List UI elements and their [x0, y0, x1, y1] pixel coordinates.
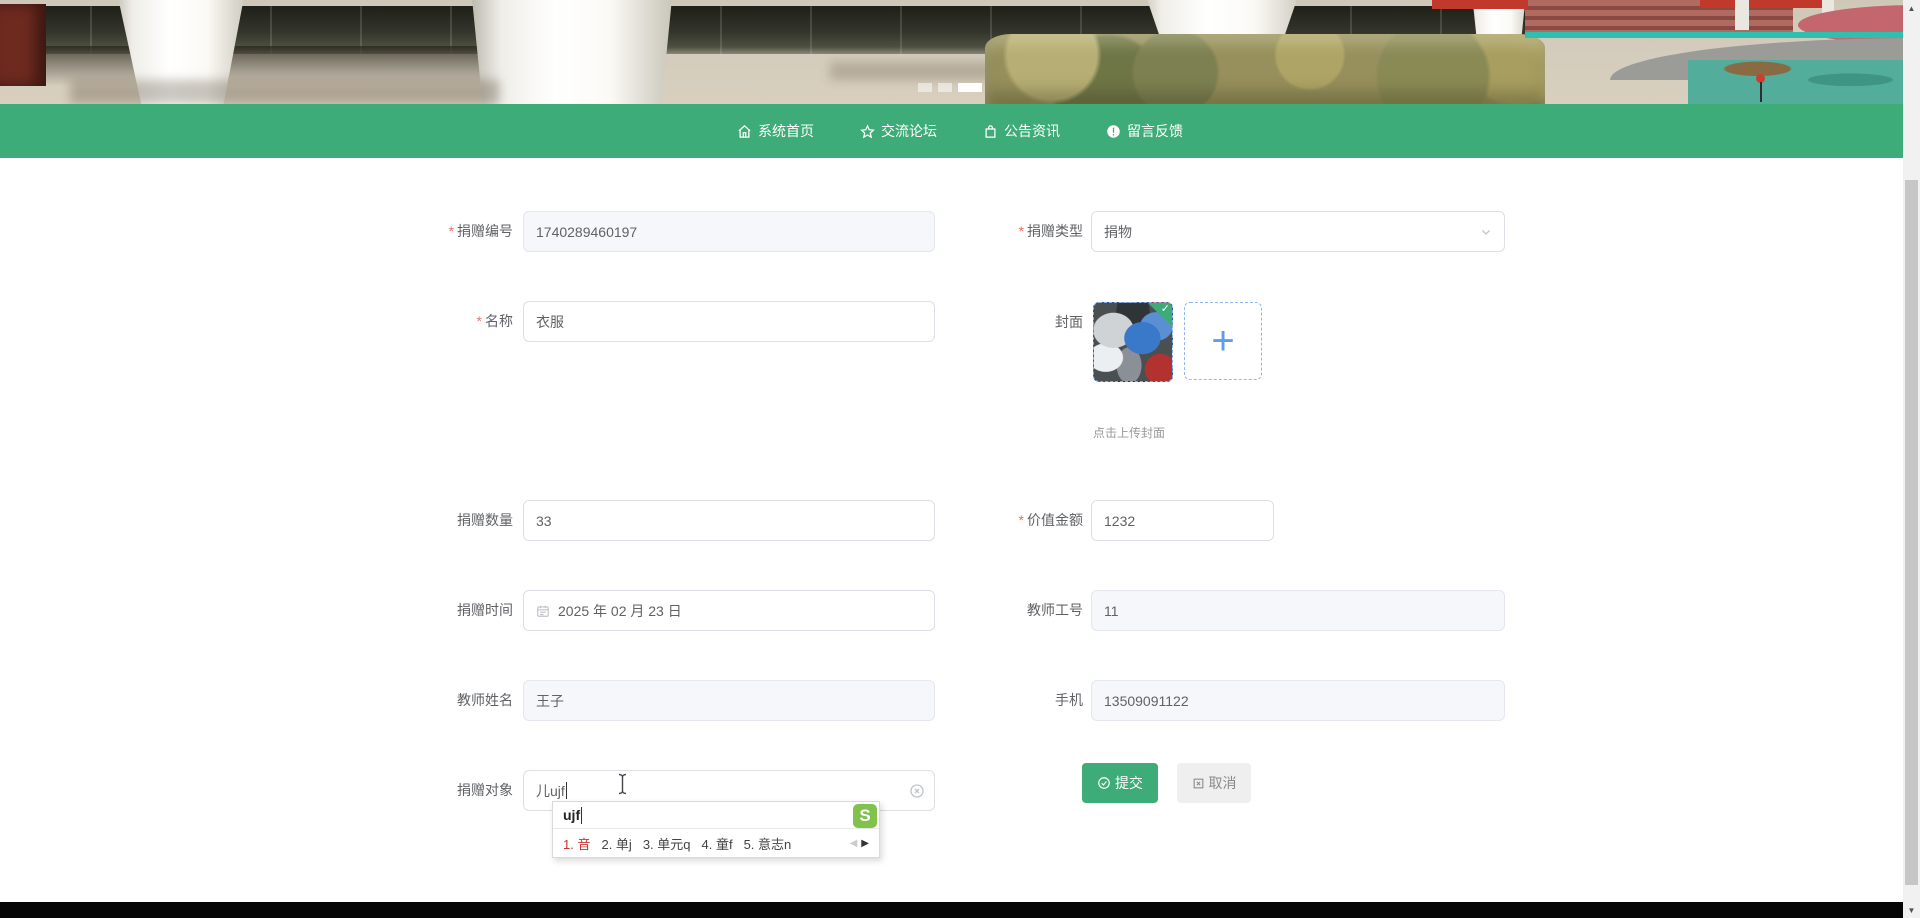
scrollbar-thumb[interactable]	[1905, 180, 1918, 885]
ime-pager: ◀ ▶	[850, 838, 869, 849]
item-name-input[interactable]	[523, 301, 935, 342]
submit-button[interactable]: 提交	[1082, 763, 1158, 803]
nav-item-feedback[interactable]: 留言反馈	[1106, 121, 1183, 141]
quantity-label: 捐赠数量	[457, 512, 513, 528]
scroll-up-arrow[interactable]: ▲	[1903, 0, 1920, 16]
square-close-icon	[1193, 778, 1203, 788]
teacher-name-label: 教师姓名	[457, 692, 513, 708]
teacher-name-input[interactable]	[523, 680, 935, 721]
nav-item-news[interactable]: 公告资讯	[983, 121, 1060, 141]
circle-check-icon	[1098, 777, 1110, 789]
ime-candidate-1[interactable]: 1. 音	[563, 834, 590, 853]
ime-composition: ujf	[553, 802, 879, 829]
amount-input[interactable]	[1091, 500, 1274, 541]
ime-candidate-row: 1. 音 2. 单j 3. 单元q 4. 童f 5. 意志n ◀ ▶	[553, 829, 879, 857]
page: 系统首页 交流论坛 公告资讯 留言反馈 *捐赠编号 *捐赠类型 捐物 *名称 封…	[0, 0, 1920, 918]
required-asterisk: *	[1018, 223, 1024, 239]
donation-type-select[interactable]: 捐物	[1091, 211, 1505, 252]
chevron-down-icon	[1482, 230, 1490, 235]
dry-hedge	[985, 34, 1545, 104]
cover-upload-hint: 点击上传封面	[1093, 426, 1166, 440]
ime-popup: ujf 1. 音 2. 单j 3. 单元q 4. 童f 5. 意志n ◀ ▶ S	[552, 801, 880, 858]
donate-time-picker[interactable]: 2025 年 02 月 23 日	[523, 590, 935, 631]
required-asterisk: *	[1018, 512, 1024, 528]
teacher-id-input[interactable]	[1091, 590, 1505, 631]
required-asterisk: *	[448, 223, 454, 239]
donate-time-value: 2025 年 02 月 23 日	[558, 602, 682, 619]
ime-prev-page-icon[interactable]: ◀	[850, 838, 858, 849]
carousel-dot-3-active[interactable]	[958, 83, 982, 92]
donation-type-value: 捐物	[1104, 223, 1132, 240]
ime-candidate-4[interactable]: 4. 童f	[702, 834, 733, 853]
ime-candidate-2[interactable]: 2. 单j	[601, 834, 631, 853]
teacher-id-label: 教师工号	[1027, 602, 1083, 618]
scroll-down-arrow[interactable]: ▼	[1903, 902, 1920, 918]
red-marker-pole	[1760, 82, 1762, 102]
cancel-button[interactable]: 取消	[1177, 763, 1251, 803]
ime-next-page-icon[interactable]: ▶	[861, 838, 869, 849]
target-value: 儿ujf	[536, 782, 565, 799]
nav-item-label: 系统首页	[758, 123, 814, 139]
required-asterisk: *	[476, 313, 482, 329]
nav-item-label: 交流论坛	[881, 123, 937, 139]
star-icon	[860, 123, 875, 138]
bag-icon	[985, 124, 996, 138]
vertical-scrollbar: ▲ ▼	[1903, 0, 1920, 918]
quantity-input[interactable]	[523, 500, 935, 541]
plus-icon: +	[1211, 319, 1235, 363]
ibeam-cursor	[618, 773, 627, 795]
item-name-label: * 名称	[476, 313, 513, 329]
teal-fence-line	[1525, 32, 1920, 38]
donation-id-label: * 捐赠编号	[448, 223, 513, 239]
cover-label: 封面	[1055, 314, 1083, 330]
amount-label: * 价值金额	[1018, 512, 1083, 528]
phone-input[interactable]	[1091, 680, 1505, 721]
calendar-icon	[537, 605, 549, 617]
white-post	[1735, 0, 1749, 30]
nav-item-label: 公告资讯	[1004, 123, 1060, 139]
page-footer	[0, 902, 1920, 918]
clear-input-icon[interactable]	[909, 783, 925, 799]
carousel-dot-1[interactable]	[918, 83, 932, 92]
check-icon: ✓	[1160, 303, 1170, 315]
nav-item-home[interactable]: 系统首页	[737, 121, 814, 141]
ime-candidate-3[interactable]: 3. 单元q	[643, 834, 691, 853]
donate-time-label: 捐赠时间	[457, 602, 513, 618]
ime-caret	[581, 806, 583, 824]
red-banner-sign	[1432, 0, 1528, 9]
brick-wall-corner	[0, 4, 46, 86]
pavement-shadow	[70, 80, 500, 104]
carousel-dot-2[interactable]	[938, 83, 952, 92]
home-icon	[738, 124, 751, 138]
donation-id-input[interactable]	[523, 211, 935, 252]
nav-item-forum[interactable]: 交流论坛	[860, 121, 937, 141]
carousel-indicators	[918, 83, 982, 92]
red-banner-sign	[1700, 0, 1832, 8]
cover-thumbnail[interactable]: ✓	[1093, 302, 1173, 382]
text-caret	[565, 782, 567, 799]
ime-candidate-5[interactable]: 5. 意志n	[744, 834, 792, 853]
cover-upload-button[interactable]: +	[1184, 302, 1262, 380]
donation-type-label: * 捐赠类型	[1018, 223, 1083, 239]
hero-banner-photo	[0, 0, 1920, 104]
target-label: 捐赠对象	[457, 782, 513, 798]
phone-label: 手机	[1055, 692, 1083, 708]
nav-item-label: 留言反馈	[1127, 123, 1183, 139]
main-nav: 系统首页 交流论坛 公告资讯 留言反馈	[0, 104, 1920, 158]
info-icon	[1107, 124, 1120, 138]
teal-court	[1688, 60, 1920, 104]
sogou-ime-logo: S	[853, 804, 877, 828]
